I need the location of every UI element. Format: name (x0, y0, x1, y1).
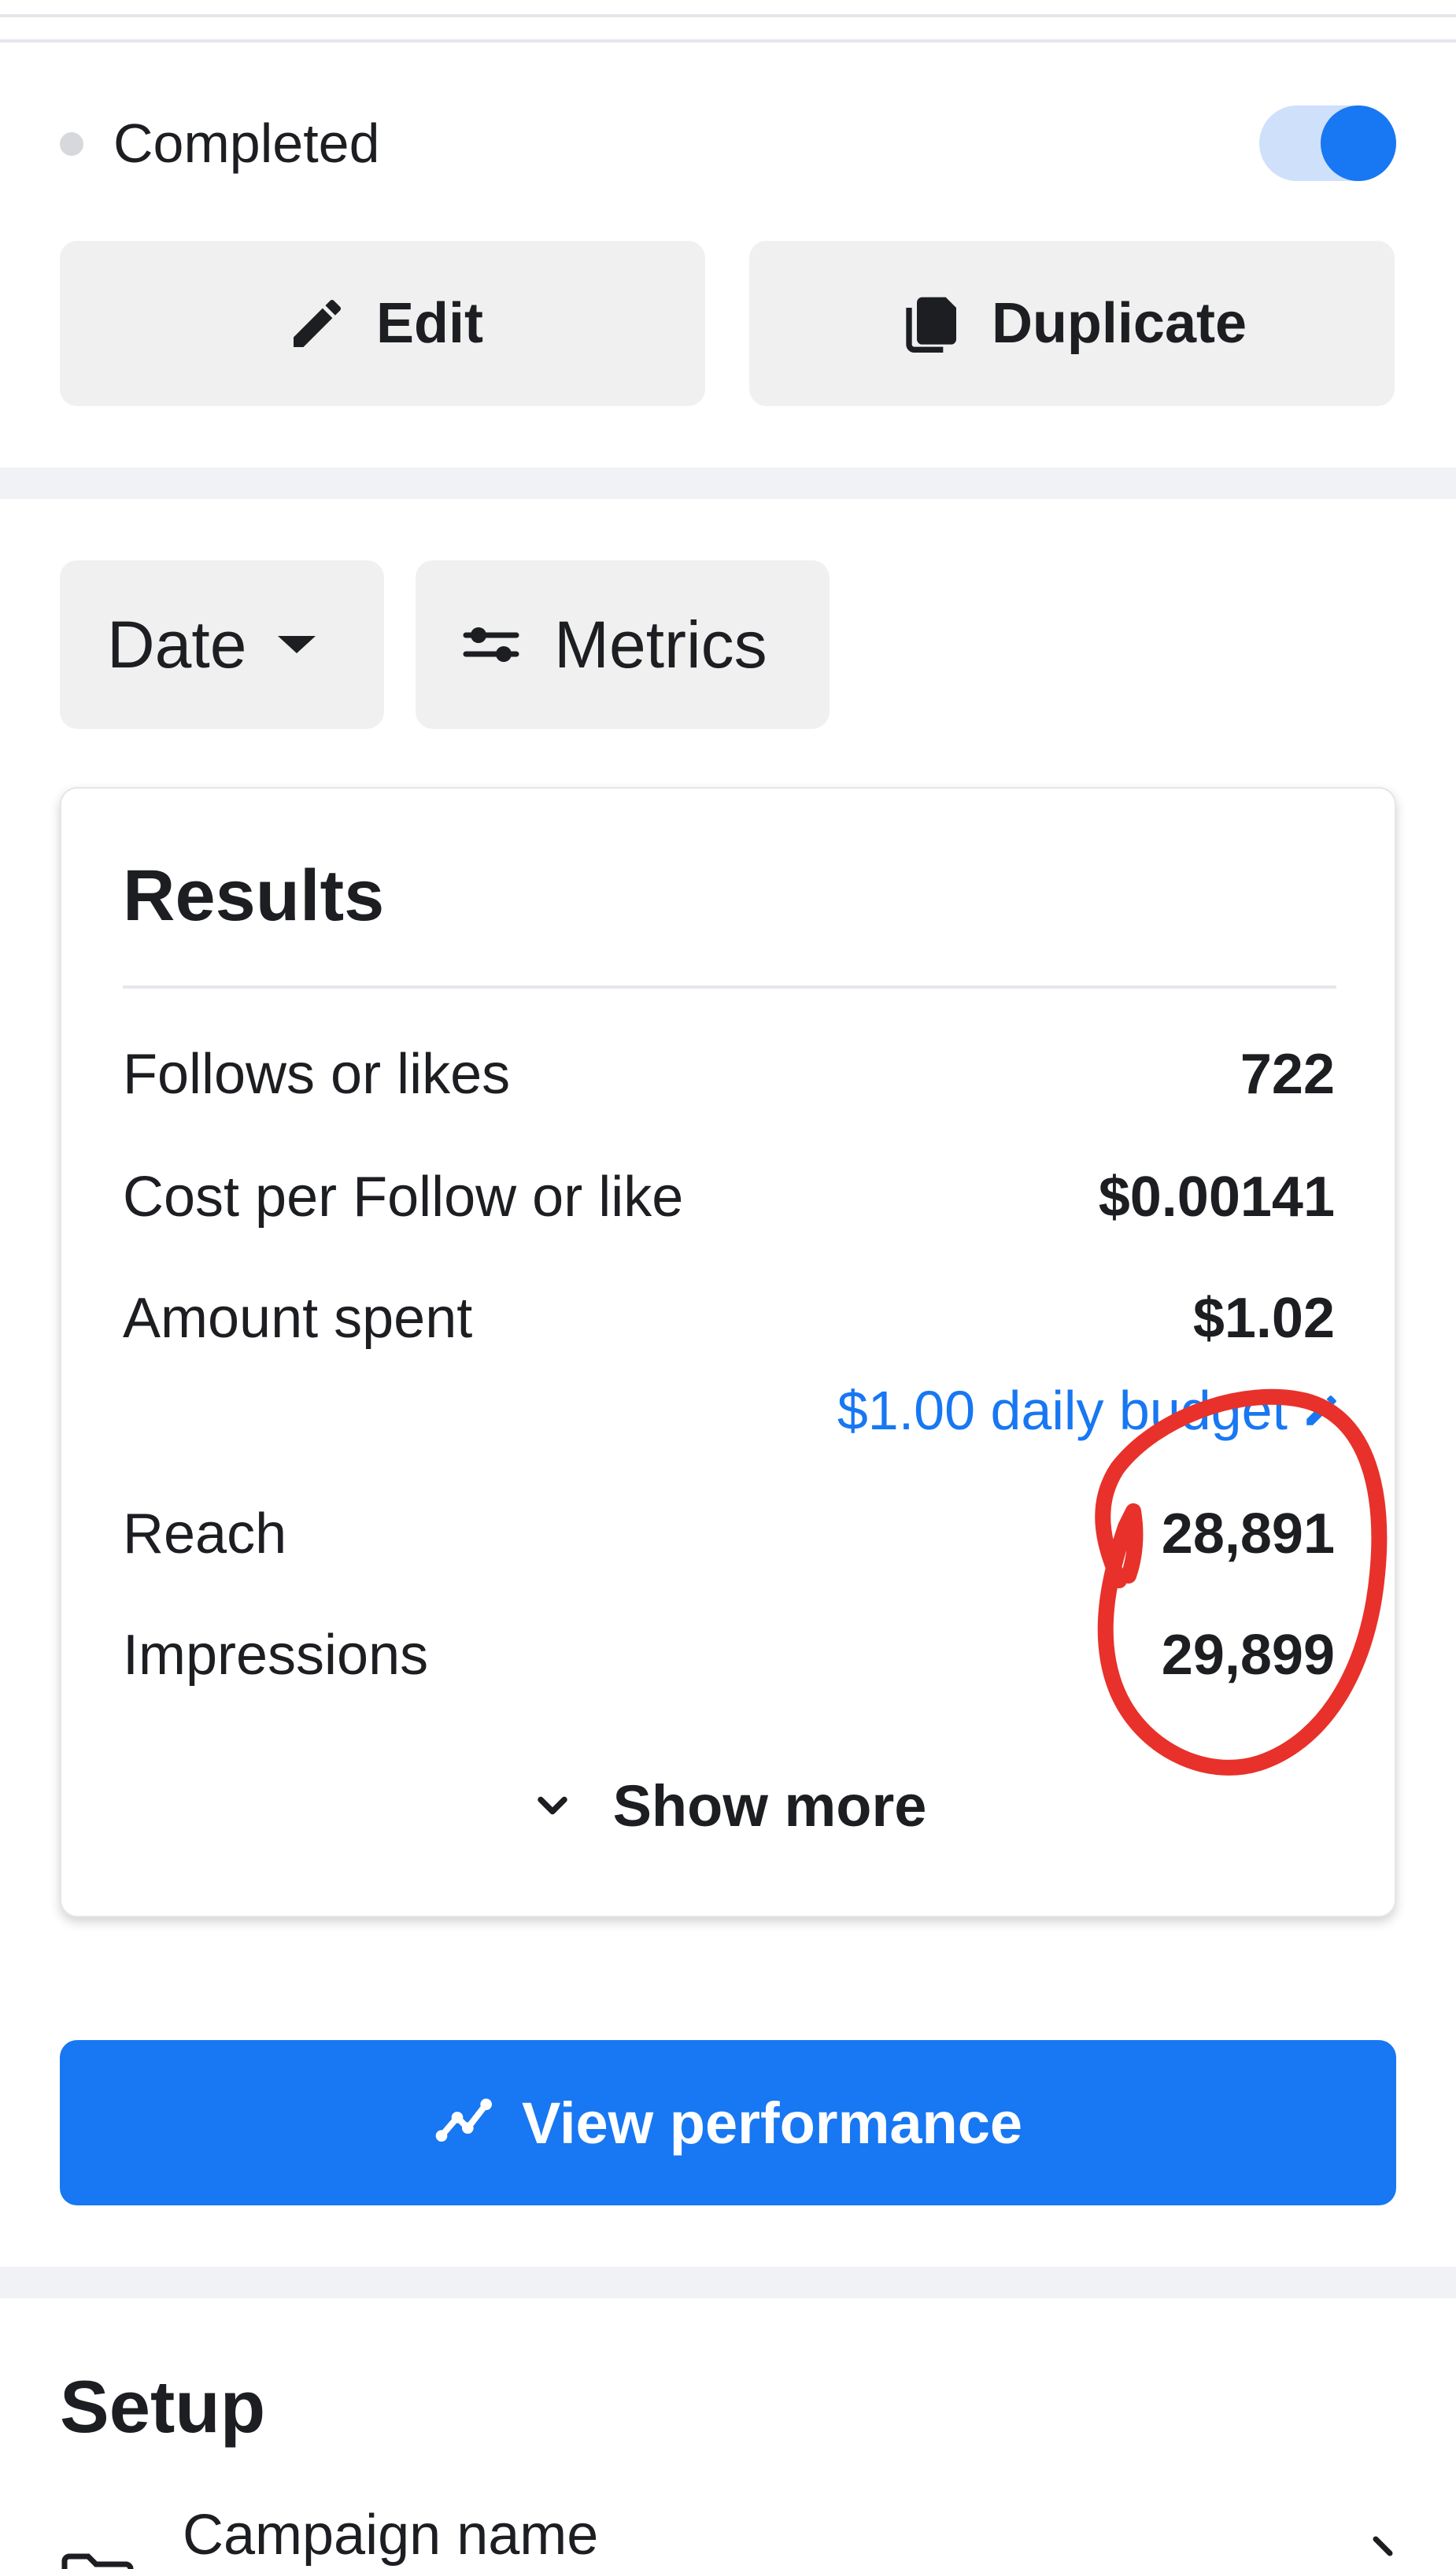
duplicate-label: Duplicate (991, 292, 1247, 355)
metric-label-amount-spent: Amount spent (123, 1287, 473, 1350)
chevron-right-icon (1371, 2534, 1395, 2569)
section-divider (0, 468, 1456, 499)
view-performance-button[interactable]: View performance (60, 2040, 1396, 2205)
setup-title: Setup (60, 2365, 266, 2448)
daily-budget-link[interactable]: $1.00 daily budget (837, 1379, 1341, 1442)
metric-value-follows: 722 (1240, 1043, 1335, 1106)
results-card: Results Follows or likes 722 Cost per Fo… (60, 787, 1396, 1917)
sliders-icon (460, 617, 530, 672)
edit-label: Edit (376, 292, 483, 355)
pencil-icon (282, 288, 353, 359)
campaign-toggle[interactable] (1259, 105, 1396, 181)
daily-budget-label: $1.00 daily budget (837, 1380, 1288, 1441)
metric-label-impressions: Impressions (123, 1624, 429, 1687)
copy-icon (897, 288, 968, 359)
line-chart-icon (434, 2091, 497, 2154)
metrics-label: Metrics (554, 607, 767, 682)
status-dot-icon (60, 132, 83, 156)
top-divider (0, 14, 1456, 17)
header-divider (0, 39, 1456, 43)
campaign-name-label: Campaign name (183, 2504, 599, 2567)
metric-value-reach: 28,891 (1161, 1503, 1335, 1565)
date-label: Date (107, 607, 247, 682)
show-more-label: Show more (612, 1772, 927, 1839)
status-row: Completed (0, 47, 1456, 236)
status-label: Completed (113, 113, 380, 174)
section-divider (0, 2267, 1456, 2298)
metric-value-cost-per-follow: $0.00141 (1098, 1166, 1335, 1229)
chevron-down-icon (533, 1790, 572, 1821)
metric-label-reach: Reach (123, 1503, 287, 1565)
pencil-icon (1302, 1391, 1341, 1430)
edit-button[interactable]: Edit (60, 241, 705, 406)
campaign-name-row[interactable]: Campaign name (0, 2503, 1456, 2569)
top-bar (0, 0, 1456, 46)
caret-down-icon (278, 636, 316, 653)
results-title: Results (123, 856, 385, 936)
date-filter-button[interactable]: Date (60, 560, 384, 729)
metric-label-cost-per-follow: Cost per Follow or like (123, 1166, 684, 1229)
duplicate-button[interactable]: Duplicate (749, 241, 1395, 406)
metric-label-follows: Follows or likes (123, 1043, 511, 1106)
results-divider (123, 985, 1336, 989)
metric-value-impressions: 29,899 (1161, 1624, 1335, 1687)
show-more-button[interactable]: Show more (61, 1758, 1398, 1853)
view-performance-label: View performance (521, 2090, 1023, 2156)
toggle-knob (1321, 105, 1396, 181)
metrics-button[interactable]: Metrics (416, 560, 830, 729)
metric-value-amount-spent: $1.02 (1192, 1287, 1335, 1350)
folder-icon (60, 2552, 135, 2569)
